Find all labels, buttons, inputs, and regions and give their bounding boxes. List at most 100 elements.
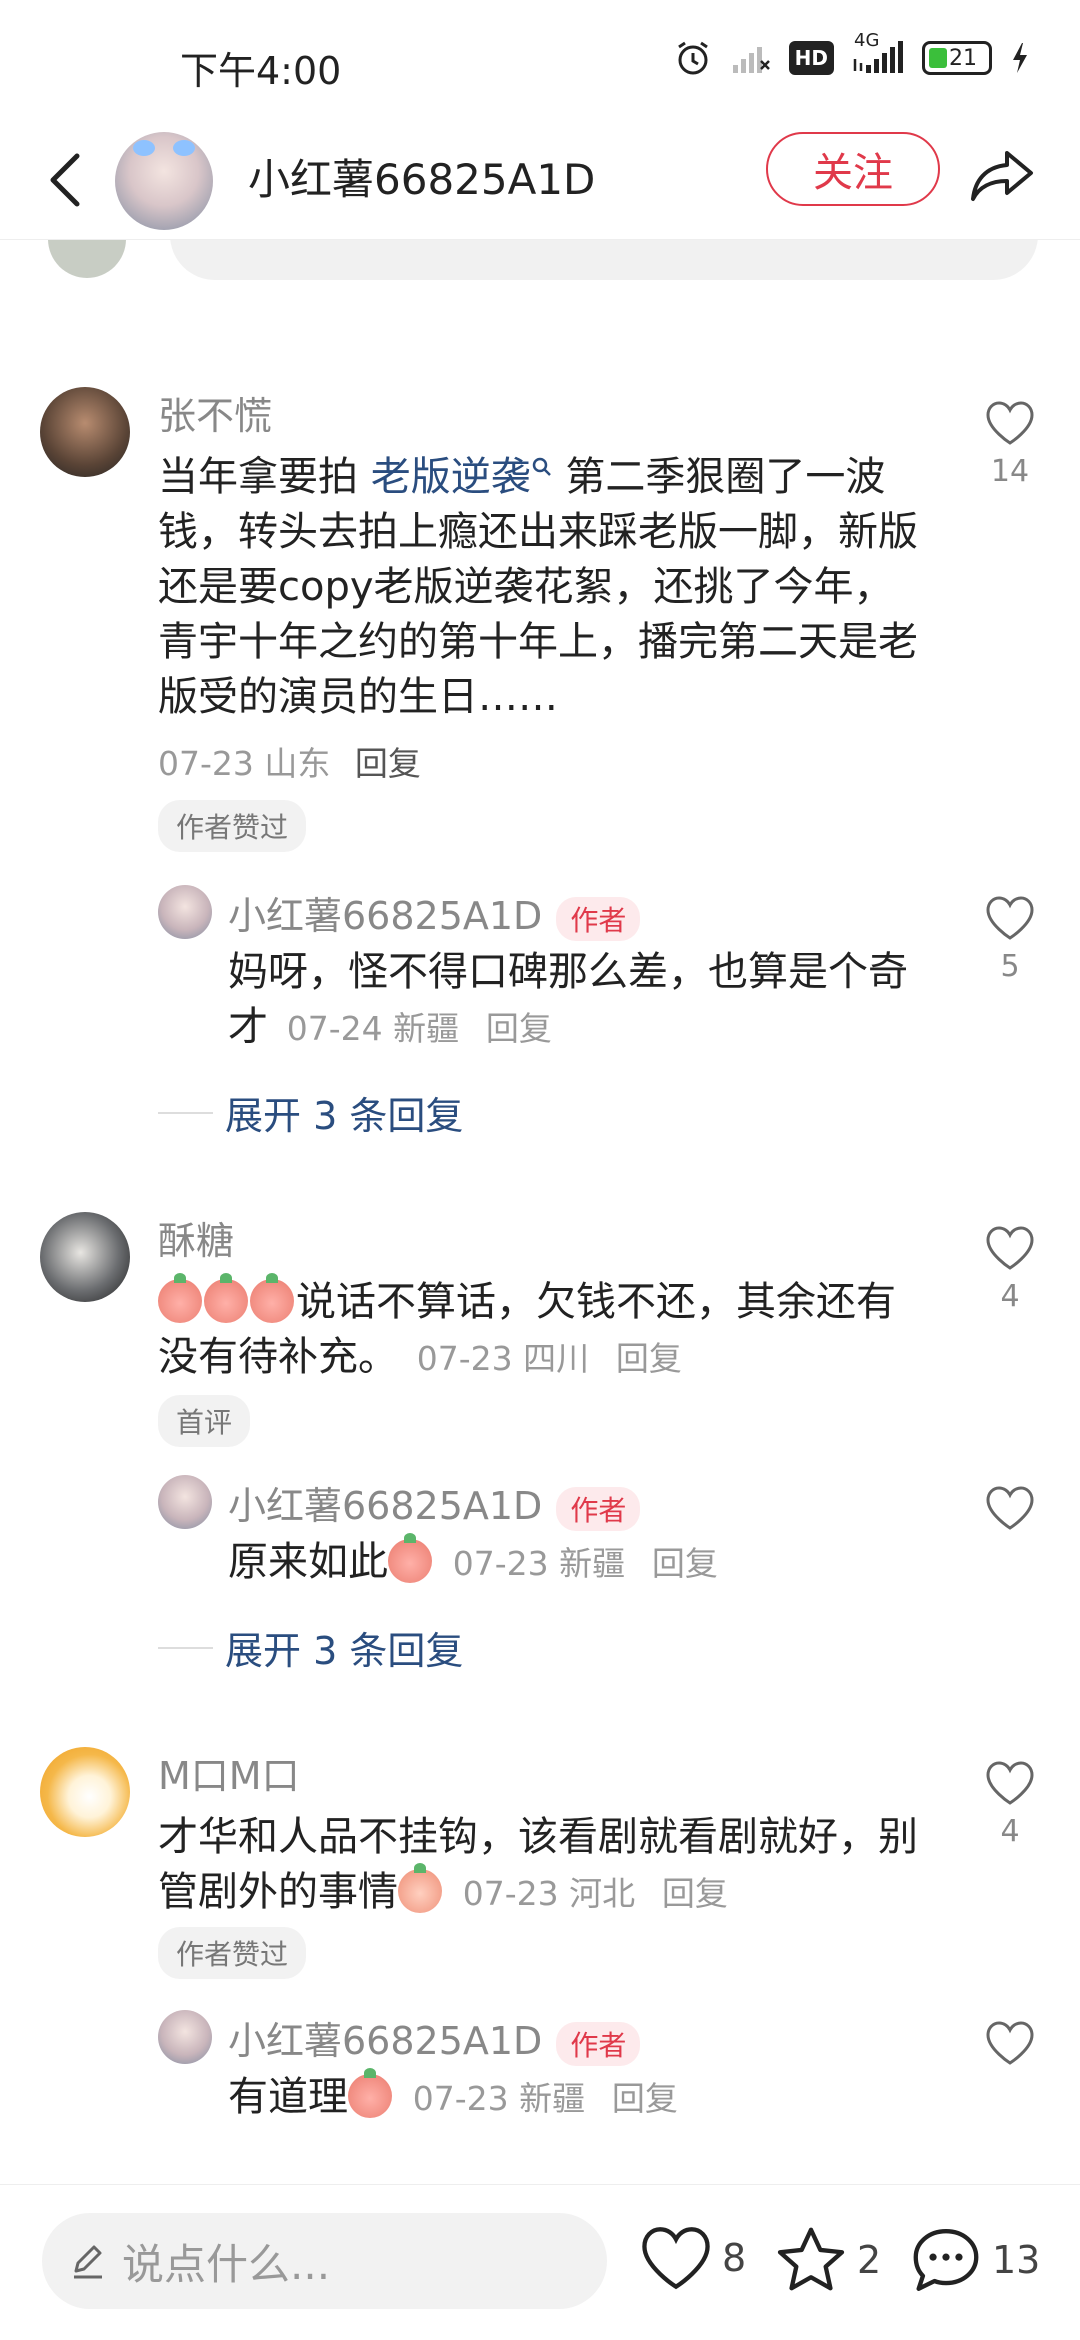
expand-replies-label: 展开 3 条回复 (225, 1629, 464, 1673)
post-collect-button[interactable]: 2 (775, 2225, 881, 2295)
comment-input[interactable]: 说点什么... (42, 2213, 607, 2309)
comment-date-location: 07-23 四川 (416, 1339, 590, 1378)
expand-replies-button[interactable]: 展开 3 条回复 (158, 1085, 463, 1140)
divider (158, 1646, 213, 1649)
divider (158, 1111, 213, 1114)
bottom-bar: 说点什么... 8 2 13 (0, 2184, 1080, 2340)
like-count: 5 (1000, 949, 1020, 984)
comment-text-part: 当年拿要拍 (158, 454, 371, 500)
author-liked-badge: 作者赞过 (158, 1927, 307, 1979)
reply-text-body: 有道理 (228, 2074, 348, 2120)
post-comment-button[interactable]: 13 (910, 2225, 1040, 2295)
partial-comment-row (0, 240, 1080, 300)
author-liked-badge: 作者赞过 (158, 800, 307, 852)
comment-bubble-icon (913, 2229, 979, 2291)
peach-emoji-icon (348, 2068, 392, 2118)
reply-date-location: 07-24 新疆 (286, 1009, 460, 1048)
alarm-icon (673, 38, 713, 78)
first-comment-badge: 首评 (158, 1395, 251, 1447)
like-button[interactable] (980, 2020, 1040, 2066)
status-icons: HD 4G 21 (673, 30, 1030, 78)
author-avatar[interactable] (115, 132, 213, 230)
reply-text-body: 原来如此 (228, 1539, 388, 1585)
reply-date-location: 07-23 新疆 (412, 2079, 586, 2118)
share-icon (971, 151, 1033, 201)
reply-avatar[interactable] (158, 885, 212, 939)
partial-input[interactable] (170, 240, 1038, 280)
like-button[interactable]: 5 (980, 895, 1040, 984)
reply-user[interactable]: 小红薯66825A1D 作者 (228, 1475, 641, 1531)
reply-button[interactable]: 回复 (486, 1009, 552, 1048)
post-like-count: 8 (722, 2236, 747, 2280)
status-time: 下午4:00 (180, 49, 342, 93)
reply-user-name: 小红薯66825A1D (228, 1484, 543, 1528)
like-count: 4 (1000, 1279, 1020, 1314)
author-tag: 作者 (556, 896, 641, 941)
commenter-name[interactable]: 酥糖 (158, 1210, 234, 1265)
like-count: 4 (1000, 1814, 1020, 1849)
comment-text[interactable]: 当年拿要拍 老版逆袭 第二季狠圈了一波钱，转头去拍上瘾还出来踩老版一脚，新版还是… (158, 450, 928, 725)
commenter-avatar[interactable] (40, 1212, 130, 1302)
peach-emoji-icon (388, 1533, 432, 1583)
reply-button[interactable]: 回复 (612, 2079, 678, 2118)
like-count: 14 (990, 454, 1030, 489)
status-bar: 下午4:00 HD 4G 21 (0, 0, 1080, 120)
reply-button[interactable]: 回复 (662, 1874, 728, 1913)
crying-emoji-icon (398, 1863, 442, 1913)
comment-text[interactable]: 才华和人品不挂钩，该看剧就看剧就好，别管剧外的事情 07-23 河北 回复 (158, 1810, 918, 1921)
heart-icon (642, 2227, 710, 2290)
share-button[interactable] (962, 136, 1042, 216)
reply-user-name: 小红薯66825A1D (228, 2019, 543, 2063)
heart-icon (986, 1486, 1034, 1530)
post-like-button[interactable]: 8 (640, 2225, 746, 2291)
heart-icon (986, 1761, 1034, 1805)
reply-user[interactable]: 小红薯66825A1D 作者 (228, 885, 641, 941)
commenter-avatar[interactable] (40, 1747, 130, 1837)
post-collect-count: 2 (857, 2238, 882, 2282)
sad-peach-emoji-icon (158, 1273, 202, 1323)
reply-avatar[interactable] (158, 1475, 212, 1529)
reply-user[interactable]: 小红薯66825A1D 作者 (228, 2010, 641, 2066)
comment-input-placeholder: 说点什么... (122, 2239, 331, 2289)
author-name[interactable]: 小红薯66825A1D (248, 146, 595, 214)
reply-text[interactable]: 有道理 07-23 新疆 回复 (228, 2068, 928, 2126)
like-button[interactable]: 4 (980, 1225, 1040, 1314)
comment-date-location: 07-23 山东 (158, 744, 331, 783)
header: 小红薯66825A1D 关注 (0, 120, 1080, 240)
follow-button[interactable]: 关注 (766, 132, 940, 206)
reply-button[interactable]: 回复 (616, 1339, 682, 1378)
reply-avatar[interactable] (158, 2010, 212, 2064)
heart-icon (986, 896, 1034, 940)
topic-link[interactable]: 老版逆袭 (371, 454, 531, 500)
reply-text[interactable]: 妈呀，怪不得口碑那么差，也算是个奇才 07-24 新疆 回复 (228, 945, 928, 1056)
commenter-name[interactable]: 张不慌 (158, 385, 272, 440)
wifi-off-icon (731, 38, 771, 78)
pencil-icon (74, 2245, 102, 2279)
post-comment-count: 13 (992, 2238, 1041, 2282)
reply-date-location: 07-23 新疆 (452, 1544, 626, 1583)
like-button[interactable] (980, 1485, 1040, 1531)
heart-icon (986, 401, 1034, 445)
star-icon (777, 2227, 845, 2291)
commenter-name[interactable]: M口M口 (158, 1745, 300, 1800)
like-button[interactable]: 14 (980, 400, 1040, 489)
partial-avatar (48, 240, 126, 278)
reply-button[interactable]: 回复 (355, 744, 421, 783)
comment-text[interactable]: 说话不算话，欠钱不还，其余还有没有待补充。 07-23 四川 回复 (158, 1273, 918, 1386)
heart-icon (986, 1226, 1034, 1270)
reply-user-name: 小红薯66825A1D (228, 894, 543, 938)
signal-icon: 4G (852, 30, 904, 78)
heart-icon (986, 2021, 1034, 2065)
like-button[interactable]: 4 (980, 1760, 1040, 1849)
reply-button[interactable]: 回复 (652, 1544, 718, 1583)
reply-text[interactable]: 原来如此 07-23 新疆 回复 (228, 1533, 928, 1591)
commenter-avatar[interactable] (40, 387, 130, 477)
expand-replies-button[interactable]: 展开 3 条回复 (158, 1620, 463, 1675)
expand-replies-label: 展开 3 条回复 (225, 1094, 464, 1138)
battery-icon: 21 (922, 41, 992, 75)
battery-level: 21 (949, 45, 977, 71)
hd-badge: HD (788, 41, 834, 75)
back-arrow-icon (50, 153, 80, 207)
network-label: 4G (854, 30, 880, 51)
back-button[interactable] (30, 140, 100, 220)
